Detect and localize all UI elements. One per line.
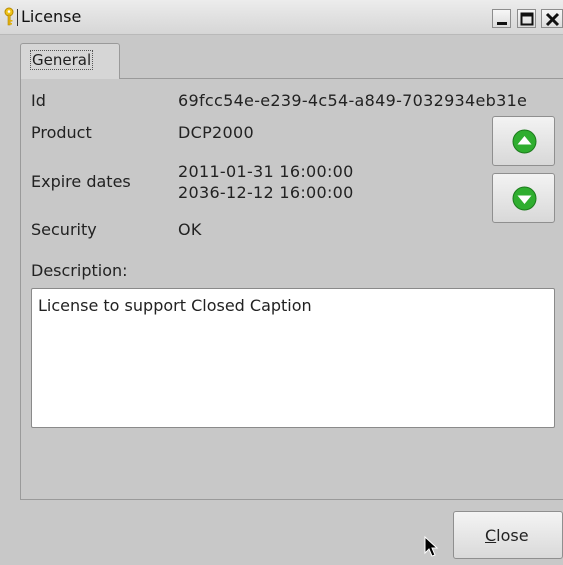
minimize-icon	[497, 22, 507, 25]
mouse-pointer-icon	[424, 535, 440, 562]
id-value: 69fcc54e-e239-4c54-a849-7032934eb31e	[178, 91, 528, 110]
security-label: Security	[31, 220, 97, 239]
arrow-down-circle-icon	[512, 186, 537, 211]
move-down-button[interactable]	[492, 173, 555, 223]
title-bar[interactable]: License	[0, 0, 563, 35]
expire-dates-label: Expire dates	[31, 172, 131, 191]
description-textarea[interactable]: License to support Closed Caption	[31, 288, 555, 428]
close-icon	[545, 12, 560, 27]
expire-start-value: 2011-01-31 16:00:00	[178, 162, 354, 181]
close-label-rest: lose	[496, 526, 529, 545]
close-mnemonic: C	[485, 526, 497, 545]
window-title: License	[21, 7, 82, 26]
security-value: OK	[178, 220, 202, 239]
title-separator	[17, 9, 18, 26]
description-text: License to support Closed Caption	[38, 296, 312, 315]
minimize-button[interactable]	[492, 9, 511, 28]
product-label: Product	[31, 123, 92, 142]
tab-general[interactable]: General	[20, 43, 120, 79]
description-label: Description:	[31, 261, 128, 280]
tab-general-label: General	[30, 50, 94, 70]
close-button-label: Close	[485, 526, 529, 545]
maximize-button[interactable]	[517, 9, 536, 28]
expire-end-value: 2036-12-12 16:00:00	[178, 183, 354, 202]
id-label: Id	[31, 91, 46, 110]
product-value: DCP2000	[178, 123, 254, 142]
close-window-button[interactable]	[541, 9, 563, 28]
arrow-up-circle-icon	[512, 129, 537, 154]
maximize-icon	[520, 12, 534, 26]
key-icon	[3, 7, 15, 27]
move-up-button[interactable]	[492, 116, 555, 166]
close-button[interactable]: Close	[453, 511, 563, 559]
